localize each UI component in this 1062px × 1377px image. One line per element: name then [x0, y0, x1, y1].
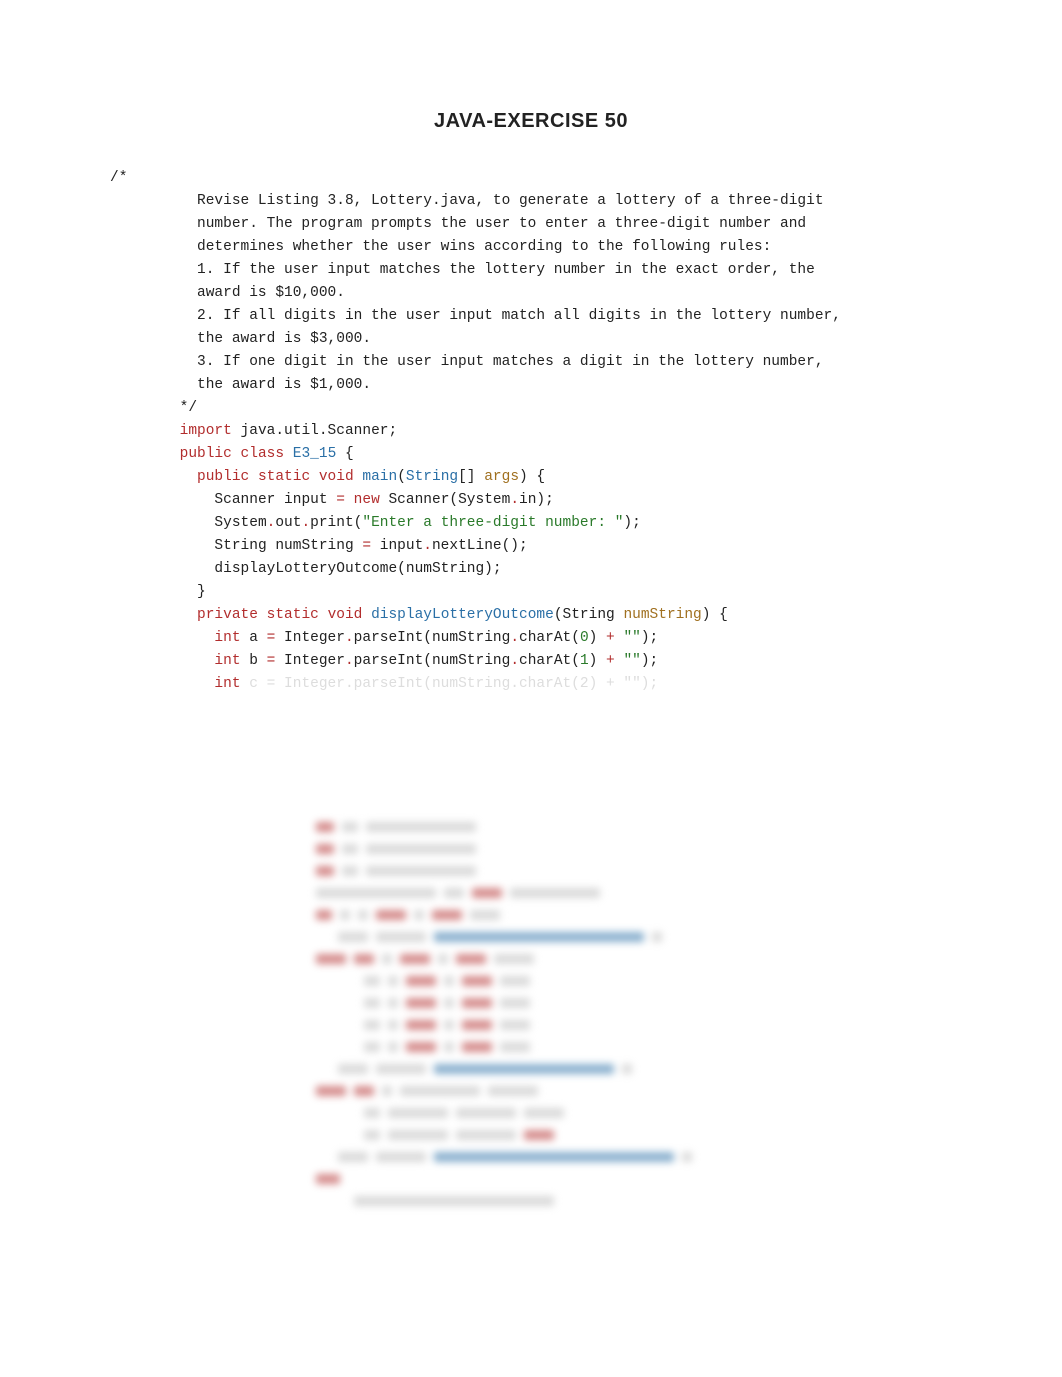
in-rp: in); [519, 492, 554, 508]
kw-public: public [197, 469, 249, 485]
kw-int: int [214, 630, 240, 646]
kw-private: private [197, 607, 258, 623]
comment-line: the award is $3,000. [110, 331, 371, 347]
kw-public: public [180, 446, 232, 462]
out: out [275, 515, 301, 531]
method-dlo: displayLotteryOutcome [371, 607, 554, 623]
charat: charAt( [519, 653, 580, 669]
comment-close: */ [110, 400, 197, 416]
kw-static: static [258, 469, 310, 485]
string-prompt: "Enter a three-digit number: " [362, 515, 623, 531]
op-plus: + [606, 653, 615, 669]
kw-void: void [319, 469, 354, 485]
comment-line: the award is $1,000. [110, 377, 371, 393]
comment-line: 2. If all digits in the user input match… [110, 308, 841, 324]
op-eq: = [362, 538, 371, 554]
ns-b: input [371, 538, 423, 554]
op-plus: + [606, 630, 615, 646]
import-rest: java.util.Scanner; [232, 423, 397, 439]
sys: System [180, 515, 267, 531]
empty-str: "" [615, 653, 641, 669]
comment-line: number. The program prompts the user to … [110, 216, 806, 232]
faded-line: c = Integer.parseInt(numString.charAt(2)… [241, 676, 659, 692]
param-numstring: numString [623, 607, 701, 623]
num-0: 0 [580, 630, 589, 646]
parseint: parseInt(numString [354, 653, 511, 669]
comment-line: determines whether the user wins accordi… [110, 239, 771, 255]
rp: ) [589, 630, 606, 646]
arr: [] [458, 469, 484, 485]
integer: Integer [275, 653, 345, 669]
kw-class: class [241, 446, 285, 462]
kw-int: int [214, 676, 240, 692]
empty-str: "" [615, 630, 641, 646]
kw-int: int [214, 653, 240, 669]
charat: charAt( [519, 630, 580, 646]
rp-brace2: ) { [702, 607, 728, 623]
op-eq: = [336, 492, 345, 508]
dot: . [345, 630, 354, 646]
rp-semi2: ); [641, 630, 658, 646]
dot: . [301, 515, 310, 531]
comment-open: /* [110, 170, 127, 186]
param-args: args [484, 469, 519, 485]
rbrace: } [180, 584, 206, 600]
brace: { [336, 446, 353, 462]
code-block: /* Revise Listing 3.8, Lottery.java, to … [110, 167, 952, 696]
lp2: (String [554, 607, 624, 623]
dot: . [345, 653, 354, 669]
print: print( [310, 515, 362, 531]
dot: . [510, 653, 519, 669]
var-a: a [241, 630, 267, 646]
scanner-a: Scanner input [180, 492, 337, 508]
call-dlo: displayLotteryOutcome(numString); [180, 561, 502, 577]
blurred-code [316, 816, 746, 1212]
parseint: parseInt(numString [354, 630, 511, 646]
type-string: String [406, 469, 458, 485]
var-b: b [241, 653, 267, 669]
blurred-preview [110, 816, 952, 1212]
kw-import: import [180, 423, 232, 439]
integer: Integer [275, 630, 345, 646]
kw-new: new [345, 492, 380, 508]
rp-semi: ); [623, 515, 640, 531]
class-name: E3_15 [293, 446, 337, 462]
dot: . [423, 538, 432, 554]
rp: ) [589, 653, 606, 669]
comment-line: Revise Listing 3.8, Lottery.java, to gen… [110, 193, 824, 209]
dot: . [510, 492, 519, 508]
dot: . [510, 630, 519, 646]
num-1: 1 [580, 653, 589, 669]
rp-semi2: ); [641, 653, 658, 669]
nextline: nextLine(); [432, 538, 528, 554]
method-main: main [362, 469, 397, 485]
comment-line: 1. If the user input matches the lottery… [110, 262, 815, 278]
kw-static: static [267, 607, 319, 623]
ns-a: String numString [180, 538, 363, 554]
scanner-b: Scanner(System [380, 492, 511, 508]
comment-line: 3. If one digit in the user input matche… [110, 354, 824, 370]
rp-brace: ) { [519, 469, 545, 485]
page-title: JAVA-EXERCISE 50 [110, 110, 952, 133]
kw-void: void [328, 607, 363, 623]
page: JAVA-EXERCISE 50 /* Revise Listing 3.8, … [0, 0, 1062, 1272]
comment-line: award is $10,000. [110, 285, 345, 301]
lp: ( [397, 469, 406, 485]
